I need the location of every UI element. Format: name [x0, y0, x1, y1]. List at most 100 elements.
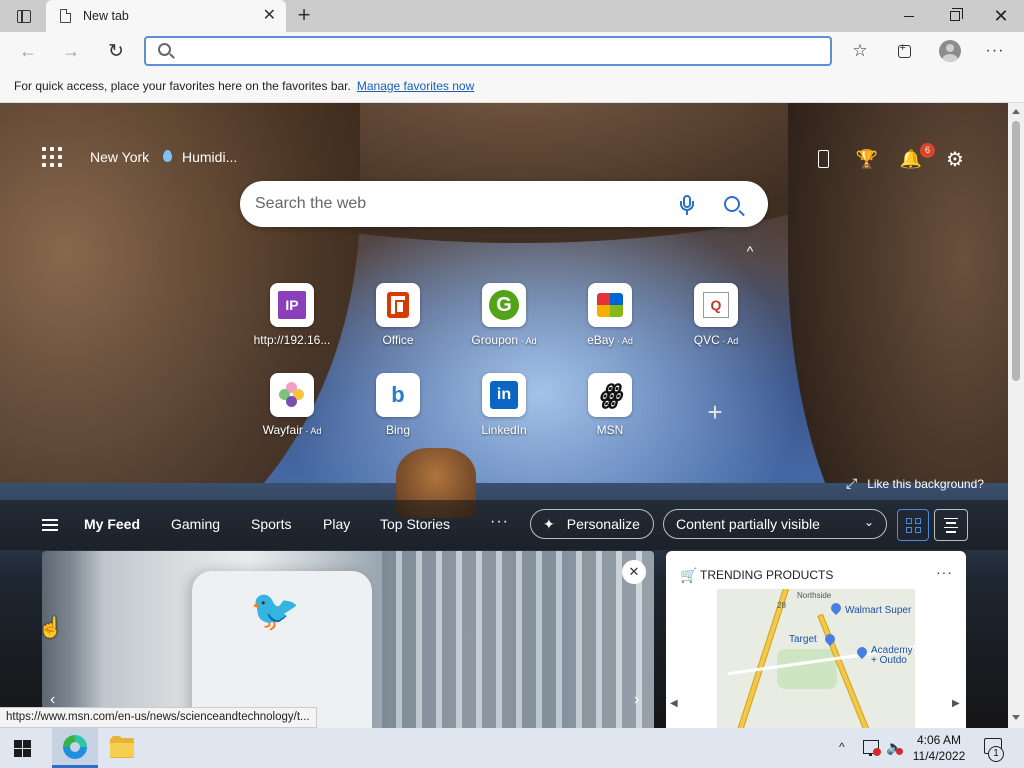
gear-icon[interactable]: ⚙ — [943, 147, 967, 171]
windows-start-icon[interactable] — [14, 740, 31, 757]
trending-more-button[interactable]: ··· — [936, 564, 953, 580]
ebay-icon — [597, 293, 623, 317]
personalize-button[interactable]: ✦ Personalize — [530, 509, 654, 539]
scroll-down-icon[interactable] — [1012, 715, 1020, 720]
file-explorer-icon[interactable] — [110, 736, 136, 758]
cart-icon: 🛒 — [680, 567, 698, 583]
personalize-label: Personalize — [566, 516, 640, 532]
collections-icon — [897, 42, 911, 58]
tile-label: LinkedIn — [481, 423, 527, 437]
tab-my-feed[interactable]: My Feed — [84, 516, 140, 532]
trending-products-card[interactable]: 🛒 TRENDING PRODUCTS ··· Northside 28 Wal… — [666, 551, 966, 728]
title-bar: New tab ✕ + ✕ — [0, 0, 1024, 32]
action-center-badge: 1 — [988, 746, 1004, 762]
clock-date: 11/4/2022 — [912, 749, 966, 763]
collections-button[interactable] — [890, 38, 918, 64]
forward-button[interactable]: → — [57, 38, 85, 64]
feed-more-button[interactable]: ··· — [490, 513, 509, 531]
volume-muted-icon — [896, 748, 903, 755]
tab-top-stories[interactable]: Top Stories — [380, 516, 450, 532]
hero-news-card[interactable]: 🐦 — [42, 551, 654, 728]
tab-close-button[interactable]: ✕ — [263, 8, 276, 24]
add-favorite-button[interactable]: ☆ — [846, 38, 874, 64]
taskbar-clock[interactable]: 4:06 AM 11/4/2022 — [904, 732, 974, 764]
notification-badge: 6 — [920, 143, 935, 158]
avatar — [939, 40, 961, 62]
quick-link-tile[interactable]: Office — [353, 283, 443, 363]
profile-button[interactable] — [936, 38, 964, 64]
weather-humidity[interactable]: Humidi... — [182, 149, 237, 165]
new-tab-button[interactable]: + — [292, 4, 316, 28]
weather-location[interactable]: New York — [90, 149, 149, 165]
back-button[interactable]: ← — [14, 38, 42, 64]
clock-time: 4:06 AM — [916, 733, 962, 747]
minimize-icon — [904, 15, 914, 17]
hero-next-button[interactable]: › — [634, 691, 639, 709]
tab-new-tab[interactable]: New tab ✕ — [46, 0, 286, 32]
taskbar: ^ 🔈 4:06 AM 11/4/2022 1 — [0, 728, 1024, 768]
show-hidden-icons-button[interactable]: ^ — [839, 740, 845, 754]
tile-label: Wayfair · Ad — [262, 423, 322, 437]
address-input[interactable] — [180, 41, 820, 61]
hero-close-button[interactable]: ✕ — [622, 560, 646, 584]
quick-link-tile[interactable]: Q QVC · Ad — [671, 283, 761, 363]
tile-label: MSN — [596, 423, 624, 437]
map-label-academy-outdoors: + Outdo — [871, 655, 907, 666]
page-scrollbar[interactable] — [1008, 103, 1024, 728]
linkedin-icon: in — [490, 381, 518, 409]
network-error-icon — [873, 748, 881, 756]
refresh-button[interactable]: ↻ — [102, 38, 130, 64]
tab-gaming[interactable]: Gaming — [171, 516, 220, 532]
manage-favorites-link[interactable]: Manage favorites now — [357, 79, 474, 93]
add-shortcut-button[interactable]: + — [702, 399, 728, 425]
quick-link-tile[interactable]: ꙮ MSN — [565, 373, 655, 453]
microphone-icon[interactable] — [680, 195, 694, 215]
office-icon — [387, 292, 409, 318]
trending-title: TRENDING PRODUCTS — [700, 568, 834, 582]
content-visibility-dropdown[interactable]: Content partially visible ⌄ — [663, 509, 887, 539]
quick-link-tile[interactable]: in LinkedIn — [459, 373, 549, 453]
tile-icon-box — [270, 373, 314, 417]
status-url: https://www.msn.com/en-us/news/sciencean… — [0, 707, 317, 728]
settings-menu-button[interactable]: ··· — [981, 38, 1009, 64]
scrollbar-thumb[interactable] — [1012, 121, 1020, 381]
address-bar[interactable] — [144, 36, 832, 66]
trending-next-button[interactable]: ▶ — [952, 698, 960, 709]
app-launcher-icon[interactable] — [42, 147, 62, 167]
taskbar-edge-button[interactable] — [52, 728, 98, 768]
quick-link-tile[interactable]: Wayfair · Ad — [247, 373, 337, 453]
list-view-icon[interactable] — [934, 509, 968, 541]
groupon-icon: G — [489, 290, 519, 320]
map-park — [777, 649, 837, 689]
tile-label: eBay · Ad — [587, 333, 633, 347]
rewards-icon[interactable]: 🏆 — [855, 147, 879, 171]
web-search-input[interactable] — [255, 193, 655, 215]
quick-link-tile[interactable]: b Bing — [353, 373, 443, 453]
edge-icon — [63, 734, 87, 759]
tab-sports[interactable]: Sports — [251, 516, 291, 532]
collapse-tiles-icon[interactable]: ^ — [742, 243, 758, 259]
humidity-icon — [163, 150, 172, 162]
hamburger-menu-icon[interactable] — [42, 519, 58, 531]
like-background-label: Like this background? — [867, 476, 984, 491]
scroll-up-icon[interactable] — [1012, 109, 1020, 114]
tab-actions-button[interactable] — [8, 4, 40, 28]
phone-icon[interactable] — [811, 147, 835, 171]
minimize-button[interactable] — [886, 0, 932, 32]
page-icon — [60, 9, 71, 23]
grid-view-icon[interactable] — [897, 509, 929, 541]
close-window-button[interactable]: ✕ — [978, 0, 1024, 32]
quick-link-tile[interactable]: eBay · Ad — [565, 283, 655, 363]
tab-play[interactable]: Play — [323, 516, 350, 532]
quick-link-tile[interactable]: G Groupon · Ad — [459, 283, 549, 363]
search-submit-icon[interactable] — [724, 196, 740, 212]
sparkle-icon: ✦ — [543, 515, 555, 532]
trending-prev-button[interactable]: ◀ — [670, 698, 678, 709]
tile-label: QVC · Ad — [693, 333, 739, 347]
store-map[interactable]: Northside 28 Walmart Super Target Academ… — [717, 589, 915, 728]
like-background-link[interactable]: ⤢ Like this background? — [846, 475, 984, 492]
quick-link-tile[interactable]: IP http://192.16... — [247, 283, 337, 363]
restore-button[interactable] — [932, 0, 978, 32]
tile-icon-box: b — [376, 373, 420, 417]
tile-icon-box: IP — [270, 283, 314, 327]
